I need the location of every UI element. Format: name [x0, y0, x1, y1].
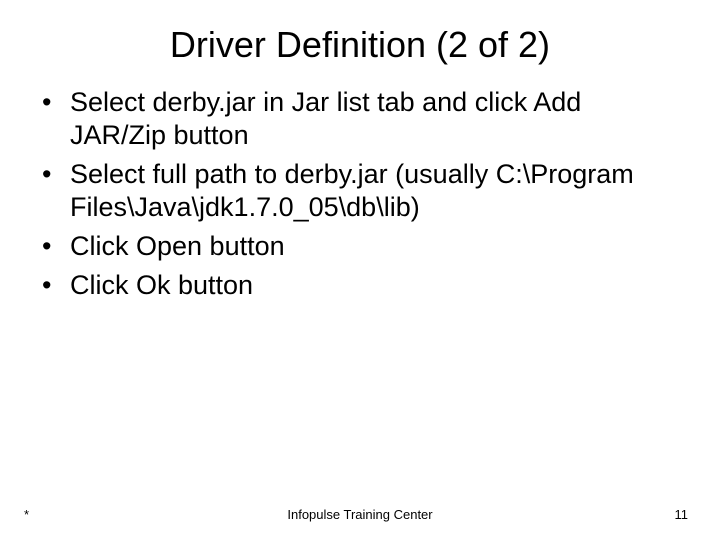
slide-content: Select derby.jar in Jar list tab and cli…	[0, 86, 720, 302]
bullet-item: Click Open button	[70, 230, 680, 263]
bullet-item: Click Ok button	[70, 269, 680, 302]
slide-title: Driver Definition (2 of 2)	[0, 0, 720, 86]
bullet-item: Select full path to derby.jar (usually C…	[70, 158, 680, 224]
slide: Driver Definition (2 of 2) Select derby.…	[0, 0, 720, 540]
bullet-list: Select derby.jar in Jar list tab and cli…	[70, 86, 680, 302]
footer-organization: Infopulse Training Center	[0, 507, 720, 522]
bullet-item: Select derby.jar in Jar list tab and cli…	[70, 86, 680, 152]
footer-page-number: 11	[675, 507, 689, 522]
